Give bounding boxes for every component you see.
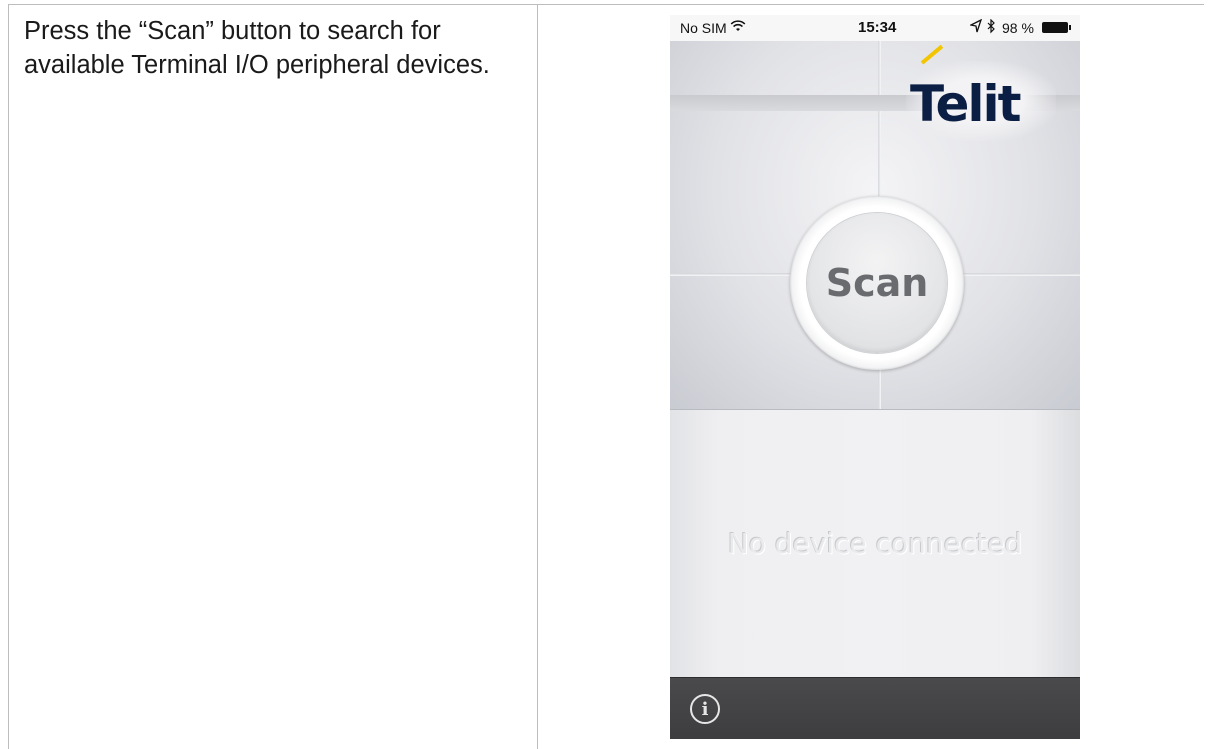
scan-button[interactable]: Scan [807,213,947,353]
status-bar: No SIM 15:34 98 % [670,15,1080,41]
bluetooth-icon [986,18,996,37]
battery-percentage: 98 % [1002,20,1034,36]
info-icon[interactable]: i [690,694,720,724]
battery-icon [1042,22,1071,33]
carrier-label: No SIM [680,20,727,36]
column-divider [537,4,538,749]
wifi-icon [730,18,746,37]
phone-screenshot: No SIM 15:34 98 % Telit Scan No device c… [670,15,1080,739]
device-area: No device connected [670,410,1080,677]
telit-logo: Telit [910,75,1022,133]
location-arrow-icon [969,18,983,36]
connection-status: No device connected [727,527,1023,560]
clock: 15:34 [858,19,897,36]
instruction-text: Press the “Scan” button to search for av… [24,17,490,79]
scan-panel: Telit Scan [670,41,1080,410]
bottom-toolbar: i [670,677,1080,739]
